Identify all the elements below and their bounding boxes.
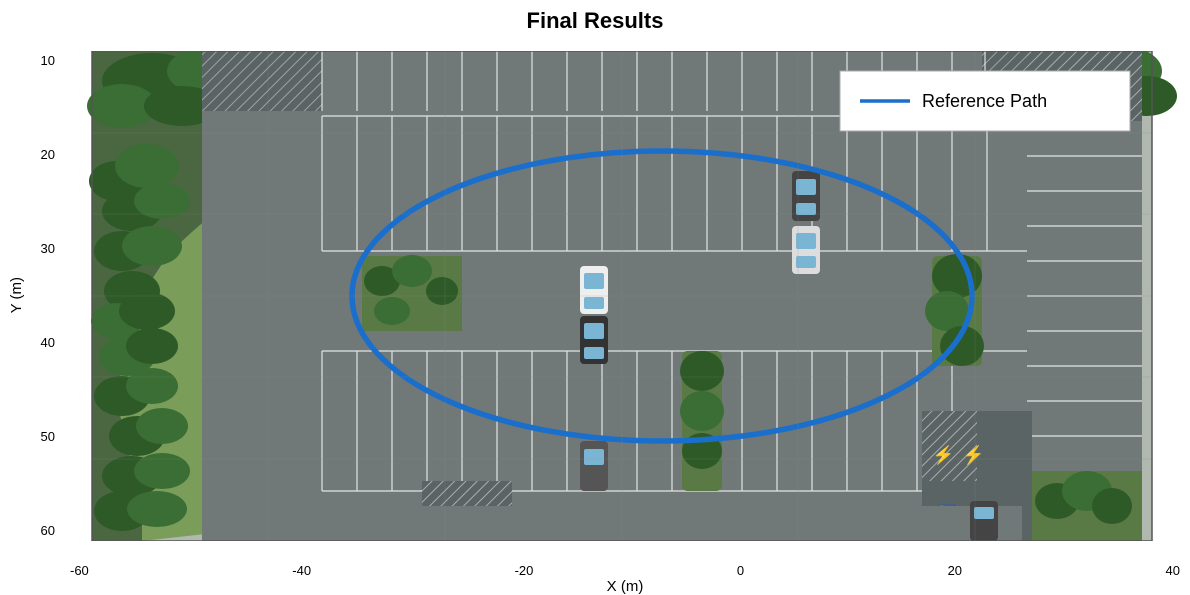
x-axis-label: X (m) (70, 578, 1180, 595)
chart-title: Final Results (527, 8, 664, 34)
plot-area: ⚡ ⚡ ♿ (59, 51, 1185, 541)
y-axis-ticks: 60 50 40 30 20 10 (27, 51, 55, 541)
svg-text:⚡: ⚡ (932, 444, 954, 466)
y-axis-label: Y (m) (8, 277, 25, 313)
svg-text:Reference Path: Reference Path (922, 91, 1047, 111)
chart-area: Y (m) 60 50 40 30 20 10 (0, 36, 1190, 585)
x-axis-ticks: -60 -40 -20 0 20 40 (70, 563, 1180, 578)
svg-text:⚡: ⚡ (962, 444, 984, 466)
chart-container: Final Results Y (m) 60 50 40 30 20 10 (0, 0, 1190, 595)
